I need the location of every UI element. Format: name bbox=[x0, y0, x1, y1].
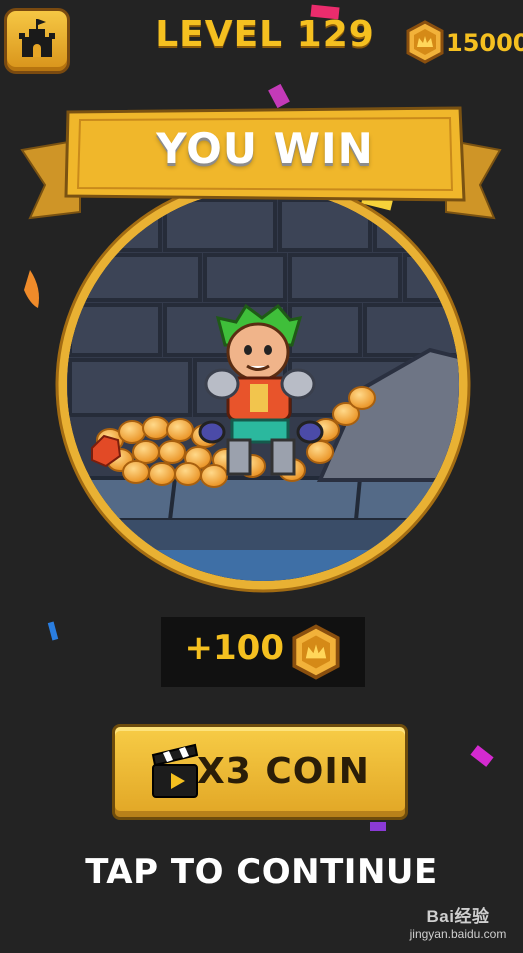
crown-coin-icon bbox=[292, 624, 340, 680]
watermark-brand: Bai经验 bbox=[426, 907, 490, 926]
win-banner-and-scene bbox=[20, 106, 502, 593]
tap-to-continue[interactable]: TAP TO CONTINUE bbox=[60, 852, 463, 892]
reward-amount: +100 bbox=[184, 628, 284, 668]
baidu-watermark: Bai经验 jingyan.baidu.com bbox=[398, 902, 518, 941]
x3-coin-label: X3 COIN bbox=[197, 751, 370, 792]
x3-coin-button[interactable]: X3 COIN bbox=[112, 724, 408, 820]
you-win-title: YOU WIN bbox=[156, 124, 374, 173]
watermark-url: jingyan.baidu.com bbox=[409, 927, 507, 941]
